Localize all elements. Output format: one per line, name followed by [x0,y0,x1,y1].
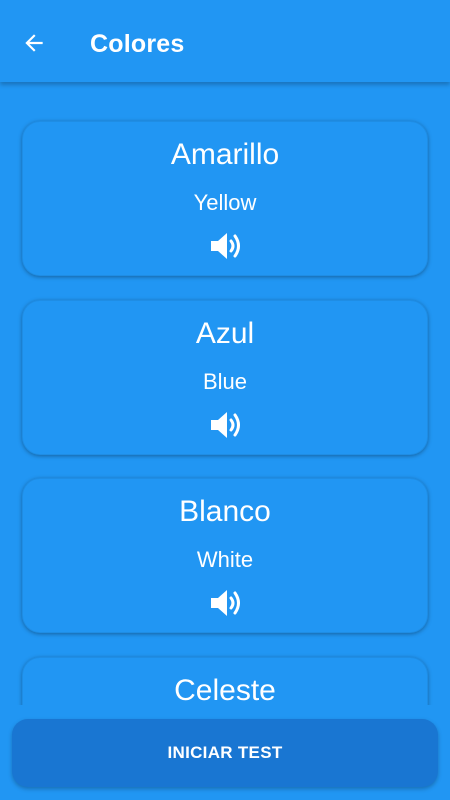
speaker-icon[interactable] [209,231,243,261]
page-title: Colores [90,30,185,58]
word-card-amarillo[interactable]: Amarillo Yellow [22,121,428,276]
card-translation: Yellow [193,190,257,215]
word-card-azul[interactable]: Azul Blue [22,300,428,455]
arrow-left-icon [25,34,43,52]
card-word: Azul [195,317,255,350]
card-translation: White [196,547,254,572]
app-bar: Colores [0,0,450,82]
back-button[interactable] [14,23,54,63]
card-translation: Blue [202,369,248,394]
speaker-icon[interactable] [209,410,243,440]
card-list[interactable]: Amarillo Yellow Azul Blue Blanco White C… [0,82,450,705]
word-card-blanco[interactable]: Blanco White [22,478,428,633]
word-card-celeste[interactable]: Celeste [22,657,428,705]
card-word: Celeste [174,674,276,705]
start-test-button[interactable]: INICIAR TEST [12,719,438,787]
card-word: Blanco [179,495,271,528]
speaker-icon[interactable] [209,588,243,618]
card-word: Amarillo [170,138,280,171]
